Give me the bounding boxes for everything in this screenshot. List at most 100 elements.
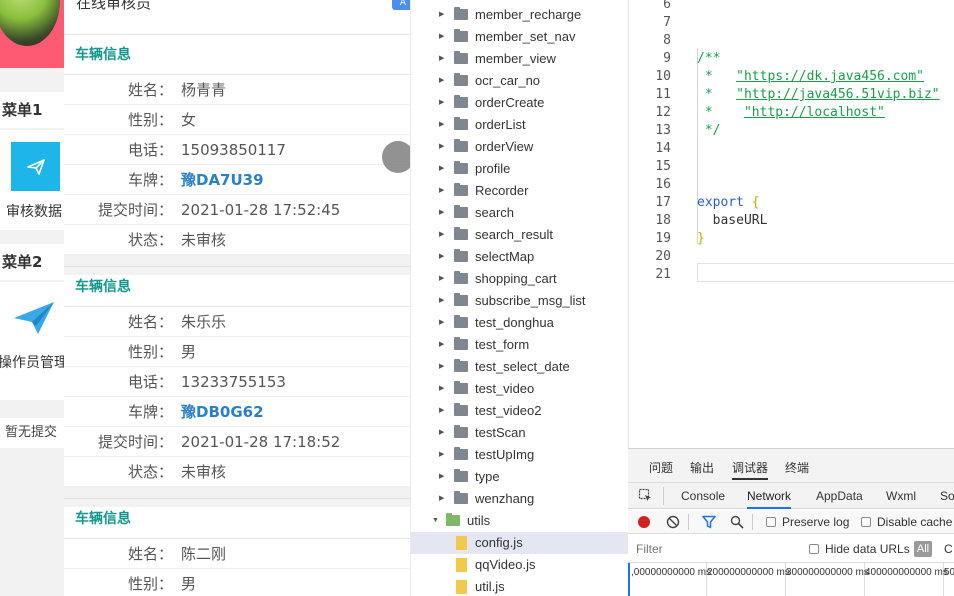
- chevron-right-icon[interactable]: ▶: [439, 224, 444, 246]
- chevron-right-icon[interactable]: ▶: [439, 114, 444, 136]
- tree-file-config-js[interactable]: config.js: [411, 532, 628, 554]
- tree-folder-test_select_date[interactable]: ▶ test_select_date: [411, 356, 628, 378]
- tree-file-qqVideo-js[interactable]: qqVideo.js: [411, 554, 628, 576]
- tab-appdata[interactable]: AppData: [816, 489, 863, 503]
- tab-terminal[interactable]: 终端: [785, 459, 809, 476]
- field-label: 姓名：: [127, 313, 173, 331]
- tree-folder-shopping_cart[interactable]: ▶ shopping_cart: [411, 268, 628, 290]
- tab-network[interactable]: Network: [747, 483, 792, 509]
- tree-folder-Recorder[interactable]: ▶ Recorder: [411, 180, 628, 202]
- tab-wxml[interactable]: Wxml: [886, 489, 916, 503]
- chevron-right-icon[interactable]: ▶: [439, 4, 444, 26]
- chevron-right-icon[interactable]: ▶: [439, 400, 444, 422]
- tree-folder-search_result[interactable]: ▶ search_result: [411, 224, 628, 246]
- tree-folder-subscribe_msg_list[interactable]: ▶ subscribe_msg_list: [411, 290, 628, 312]
- info-row: 姓名： 杨青青: [64, 75, 410, 105]
- tree-item-label: selectMap: [475, 249, 535, 264]
- review-data-button[interactable]: [11, 142, 60, 191]
- record-icon[interactable]: [638, 516, 650, 528]
- line-number: 7: [663, 15, 671, 30]
- tree-folder-test_form[interactable]: ▶ test_form: [411, 334, 628, 356]
- chevron-right-icon[interactable]: ▶: [439, 158, 444, 180]
- tree-folder-ocr_car_no[interactable]: ▶ ocr_car_no: [411, 70, 628, 92]
- chevron-right-icon[interactable]: ▶: [439, 26, 444, 48]
- chevron-right-icon[interactable]: ▶: [439, 488, 444, 510]
- chevron-right-icon[interactable]: ▶: [439, 136, 444, 158]
- menu2-card: 操作员管理: [0, 282, 64, 400]
- chevron-right-icon[interactable]: ▶: [439, 422, 444, 444]
- inspect-element-icon[interactable]: [638, 488, 653, 508]
- tab-console[interactable]: Console: [681, 489, 725, 503]
- chevron-right-icon[interactable]: ▶: [439, 334, 444, 356]
- tab-output[interactable]: 输出: [690, 459, 714, 476]
- chevron-right-icon[interactable]: ▶: [439, 70, 444, 92]
- vehicle-card[interactable]: 车辆信息 姓名： 朱乐乐 性别： 男电话： 13233755153 车牌： 豫DB0G62 提交…: [64, 266, 410, 507]
- tree-folder-member_view[interactable]: ▶ member_view: [411, 48, 628, 70]
- header-action-button[interactable]: A: [392, 0, 410, 10]
- chevron-right-icon[interactable]: ▶: [439, 378, 444, 400]
- checkbox-box[interactable]: [809, 544, 819, 554]
- clear-icon[interactable]: [666, 515, 680, 534]
- operator-manage-label[interactable]: 操作员管理: [0, 352, 64, 372]
- tree-folder-search[interactable]: ▶ search: [411, 202, 628, 224]
- review-data-label[interactable]: 审核数据: [6, 201, 62, 221]
- chevron-right-icon[interactable]: ▶: [439, 92, 444, 114]
- tree-file-util-js[interactable]: util.js: [411, 576, 628, 596]
- chevron-right-icon[interactable]: ▶: [439, 312, 444, 334]
- filter-input[interactable]: [632, 540, 796, 558]
- chevron-right-icon[interactable]: ▶: [439, 202, 444, 224]
- tree-folder-orderCreate[interactable]: ▶ orderCreate: [411, 92, 628, 114]
- chevron-down-icon[interactable]: ▼: [432, 510, 439, 532]
- card-title: 车辆信息: [64, 267, 410, 307]
- hide-data-urls-label: Hide data URLs: [825, 542, 910, 556]
- chevron-right-icon[interactable]: ▶: [439, 444, 444, 466]
- search-icon[interactable]: [730, 515, 744, 534]
- avatar[interactable]: [0, 0, 64, 68]
- tab-problems[interactable]: 问题: [649, 459, 673, 476]
- tree-folder-member_set_nav[interactable]: ▶ member_set_nav: [411, 26, 628, 48]
- tree-folder-test_donghua[interactable]: ▶ test_donghua: [411, 312, 628, 334]
- code-editor[interactable]: 6 7 8 9 /** 10 * "https://dk.java456.com" 11 *…: [628, 0, 954, 448]
- filter-icon[interactable]: [702, 515, 716, 534]
- info-row: 电话： 15093850117: [64, 135, 410, 165]
- timeline-tick: 400000000000 ms: [865, 567, 948, 578]
- checkbox-box[interactable]: [861, 517, 871, 527]
- chevron-right-icon[interactable]: ▶: [439, 48, 444, 70]
- tab-debugger[interactable]: 调试器: [732, 459, 769, 480]
- tree-item-label: wenzhang: [475, 491, 535, 506]
- code-line: export {: [697, 195, 760, 210]
- chevron-right-icon[interactable]: ▶: [439, 268, 444, 290]
- tree-folder-test_video[interactable]: ▶ test_video: [411, 378, 628, 400]
- tree-folder-testUpImg[interactable]: ▶ testUpImg: [411, 444, 628, 466]
- chevron-right-icon[interactable]: ▶: [439, 466, 444, 488]
- folder-icon: [454, 447, 468, 460]
- chevron-right-icon[interactable]: ▶: [439, 290, 444, 312]
- tab-sources[interactable]: So: [940, 489, 954, 503]
- network-timeline: ,00000000000 ms 200000000000 ms 30000000…: [628, 563, 954, 596]
- tree-folder-orderList[interactable]: ▶ orderList: [411, 114, 628, 136]
- tree-folder-selectMap[interactable]: ▶ selectMap: [411, 246, 628, 268]
- tree-folder-test_video2[interactable]: ▶ test_video2: [411, 400, 628, 422]
- vehicle-card[interactable]: 车辆信息 姓名： 杨青青 性别： 女电话： 15093850117 车牌： 豫DA7U39 提交…: [64, 34, 410, 275]
- tree-folder-wenzhang[interactable]: ▶ wenzhang: [411, 488, 628, 510]
- preserve-log-checkbox[interactable]: Preserve log: [766, 515, 849, 529]
- tree-item-label: config.js: [475, 535, 523, 550]
- tree-item-label: member_view: [475, 51, 556, 66]
- tree-folder-utils[interactable]: ▼ utils: [411, 510, 628, 532]
- divider: [688, 514, 689, 530]
- tree-folder-testScan[interactable]: ▶ testScan: [411, 422, 628, 444]
- all-filter-button[interactable]: All: [914, 541, 932, 557]
- chevron-right-icon[interactable]: ▶: [439, 180, 444, 202]
- devtools-panel: 问题 输出 调试器 终端 Console Network AppData Wxm…: [628, 448, 954, 596]
- chevron-right-icon[interactable]: ▶: [439, 246, 444, 268]
- vehicle-card[interactable]: 车辆信息 姓名： 陈二刚 性别： 男: [64, 498, 410, 596]
- paper-plane-icon[interactable]: [12, 300, 56, 340]
- chevron-right-icon[interactable]: ▶: [439, 356, 444, 378]
- tree-folder-orderView[interactable]: ▶ orderView: [411, 136, 628, 158]
- checkbox-box[interactable]: [766, 517, 776, 527]
- tree-folder-profile[interactable]: ▶ profile: [411, 158, 628, 180]
- hide-data-urls-checkbox[interactable]: Hide data URLs: [809, 542, 910, 556]
- tree-folder-member_recharge[interactable]: ▶ member_recharge: [411, 4, 628, 26]
- disable-cache-checkbox[interactable]: Disable cache: [861, 515, 952, 529]
- tree-folder-type[interactable]: ▶ type: [411, 466, 628, 488]
